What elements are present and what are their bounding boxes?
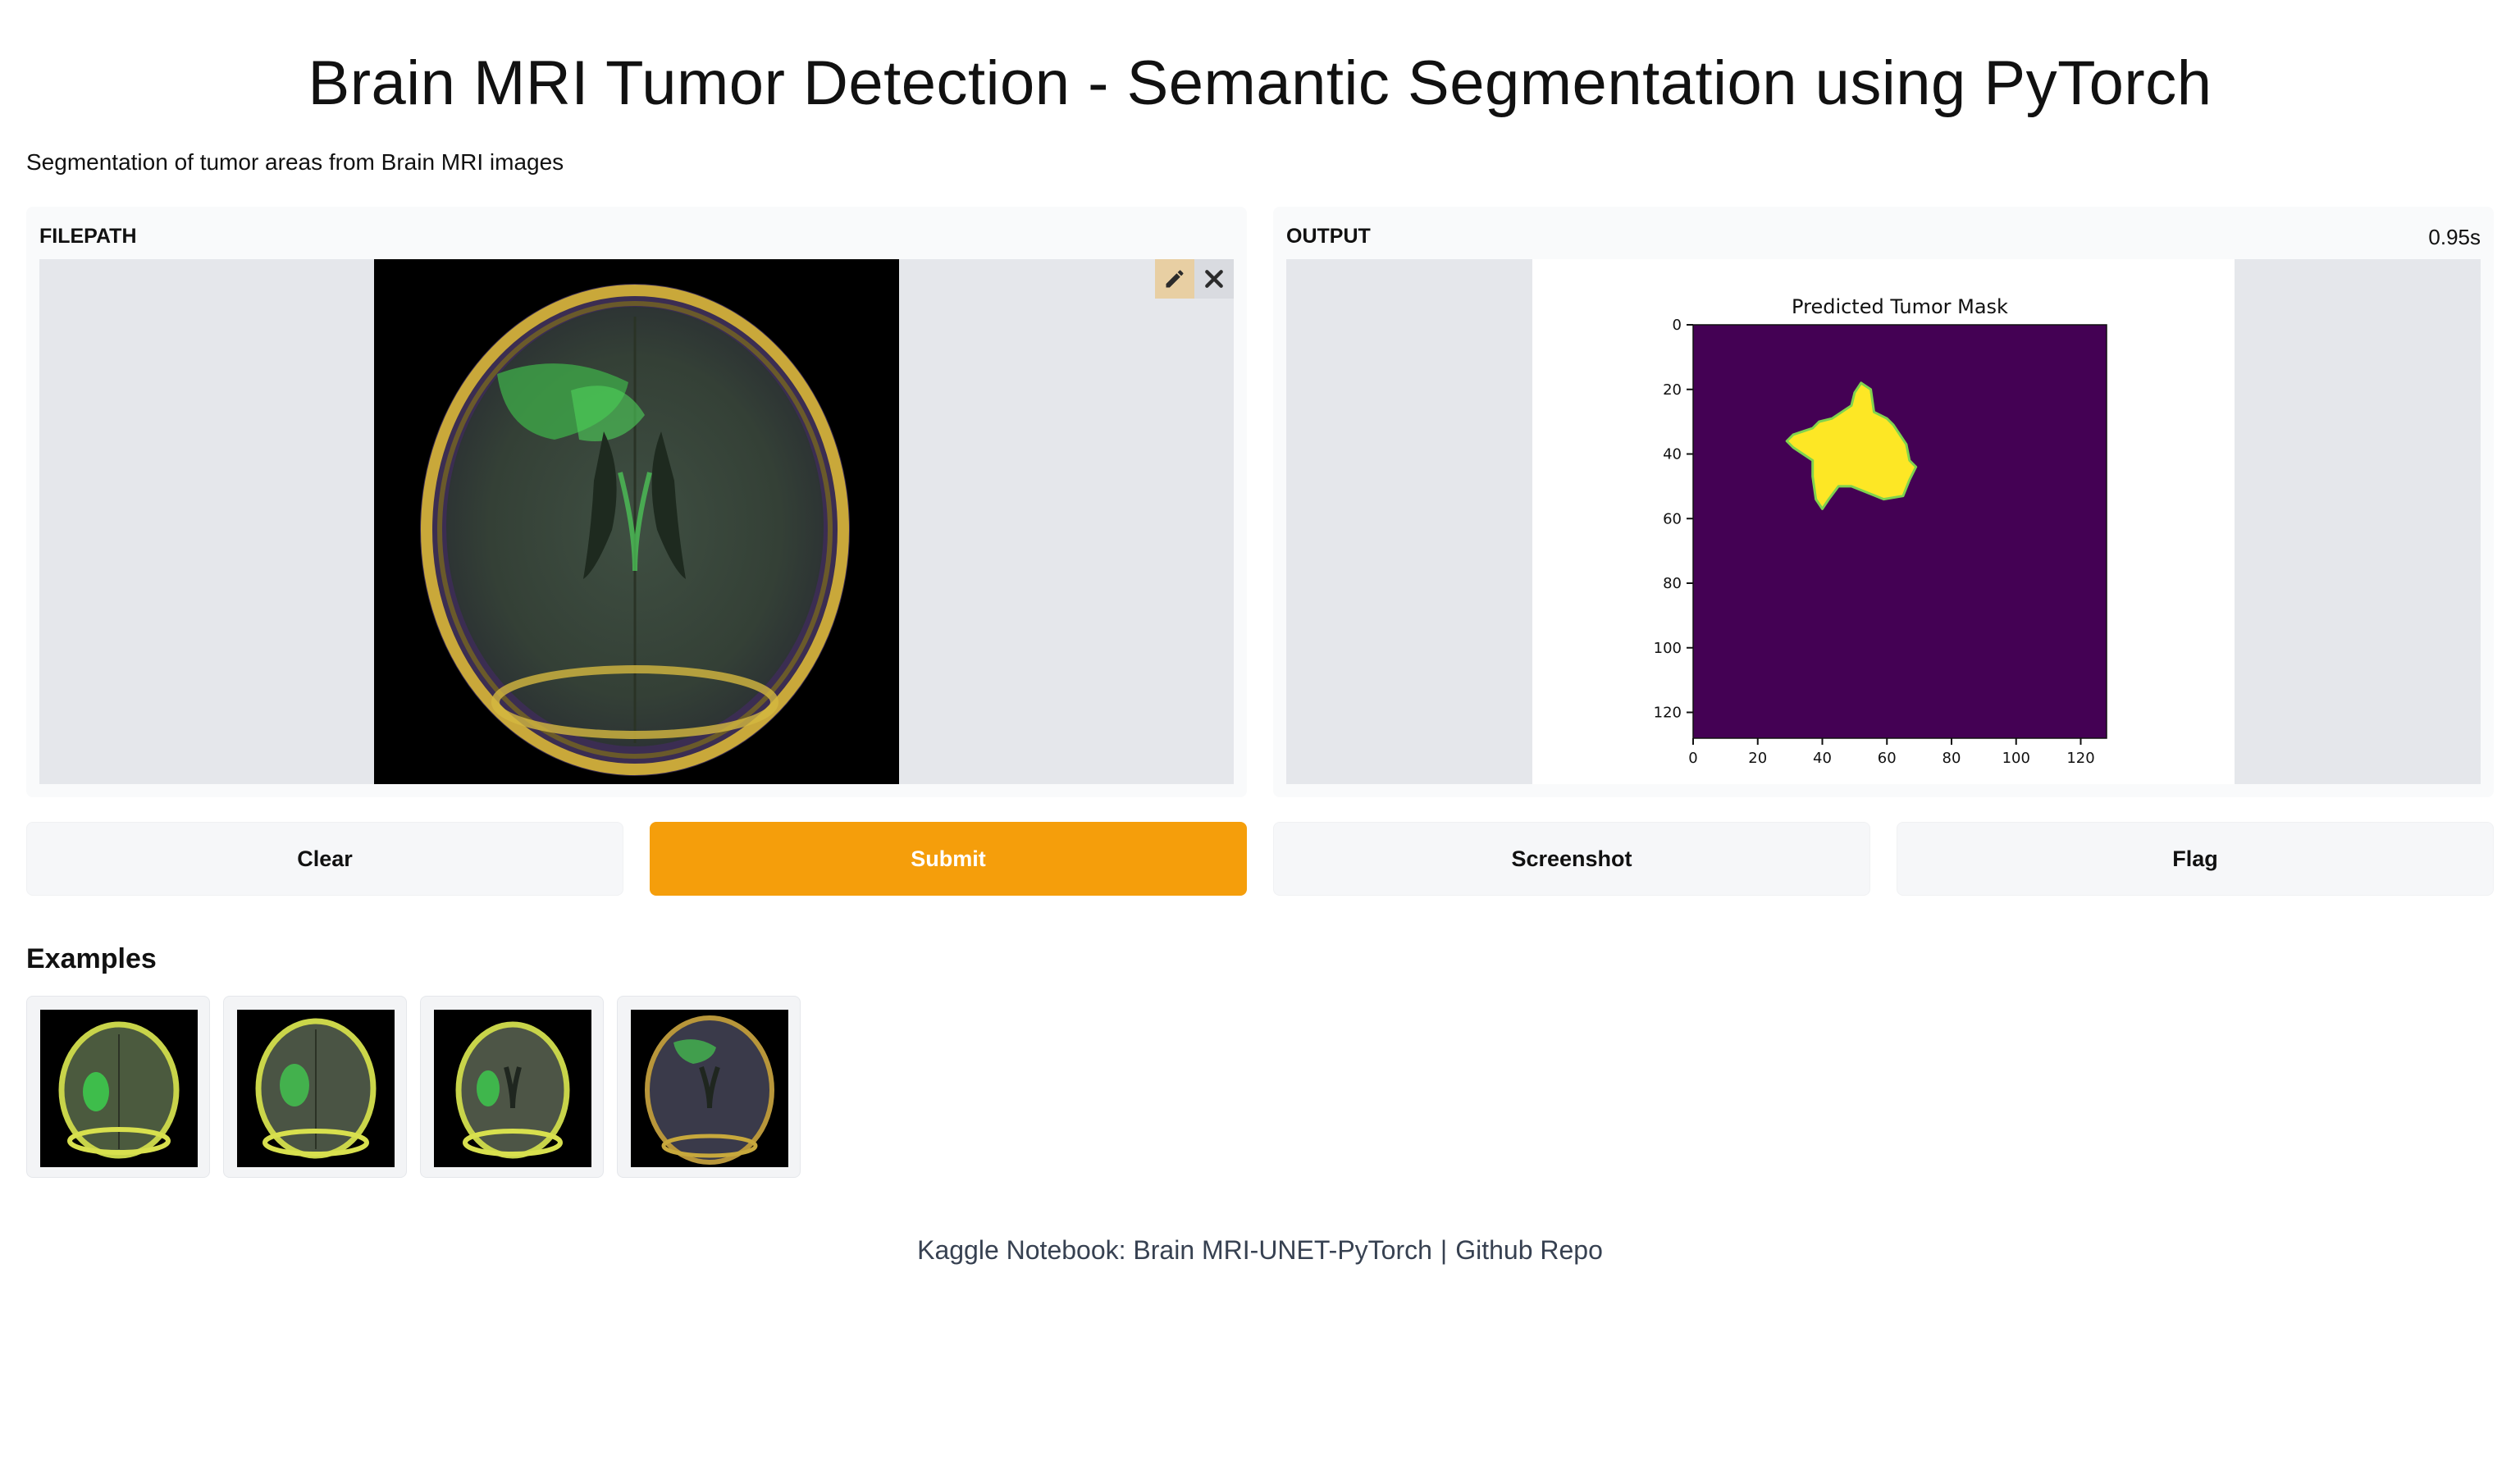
x-tick-label: 80 [1942, 750, 1961, 767]
y-tick-label: 20 [1663, 381, 1682, 399]
y-tick-label: 60 [1663, 510, 1682, 527]
page-subtitle: Segmentation of tumor areas from Brain M… [26, 149, 564, 175]
x-tick-label: 100 [2002, 750, 2030, 767]
filepath-label: FILEPATH [39, 225, 137, 248]
example-item-1[interactable] [26, 996, 210, 1178]
example-thumbnail [40, 1010, 198, 1167]
example-item-3[interactable] [420, 996, 604, 1178]
page-title: Brain MRI Tumor Detection - Semantic Seg… [308, 48, 2212, 118]
clear-button[interactable]: Clear [26, 822, 623, 896]
submit-button[interactable]: Submit [650, 822, 1247, 896]
output-plot: Predicted Tumor Mask 0 20 40 60 80 100 120 0 20 40… [1532, 259, 2235, 784]
y-tick-label: 120 [1654, 705, 1682, 722]
example-item-2[interactable] [223, 996, 407, 1178]
output-image-area: Predicted Tumor Mask 0 20 40 60 80 100 120 0 20 40… [1286, 259, 2481, 784]
input-panel: FILEPATH [26, 207, 1247, 797]
y-tick-label: 40 [1663, 446, 1682, 463]
close-icon [1205, 270, 1223, 288]
input-image-area[interactable] [39, 259, 1234, 784]
examples-heading: Examples [26, 943, 157, 974]
footer-separator: | [1440, 1235, 1448, 1265]
output-label: OUTPUT [1286, 225, 1371, 248]
kaggle-notebook-link[interactable]: Kaggle Notebook: Brain MRI-UNET-PyTorch [917, 1235, 1432, 1265]
y-tick-label: 80 [1663, 575, 1682, 592]
example-item-4[interactable] [617, 996, 801, 1178]
x-tick-label: 20 [1748, 750, 1767, 767]
clear-image-button[interactable] [1194, 259, 1234, 299]
output-panel: OUTPUT 0.95s Predicted Tumor Mask 0 20 40 60… [1273, 207, 2494, 797]
image-tool-group [1155, 259, 1234, 299]
flag-button[interactable]: Flag [1897, 822, 2494, 896]
x-tick-label: 40 [1813, 750, 1832, 767]
example-thumbnail [434, 1010, 591, 1167]
screenshot-button[interactable]: Screenshot [1273, 822, 1870, 896]
x-tick-label: 0 [1688, 750, 1697, 767]
pencil-icon [1166, 270, 1184, 288]
example-thumbnail [631, 1010, 788, 1167]
github-repo-link[interactable]: Github Repo [1455, 1235, 1603, 1265]
y-tick-label: 0 [1673, 317, 1682, 334]
mask-background [1693, 325, 2107, 738]
input-mri-image [374, 259, 899, 784]
y-tick-label: 100 [1654, 640, 1682, 657]
x-tick-label: 120 [2066, 750, 2094, 767]
example-thumbnail [237, 1010, 395, 1167]
footer: Kaggle Notebook: Brain MRI-UNET-PyTorch |… [0, 1235, 2520, 1266]
chart-title: Predicted Tumor Mask [1792, 295, 2008, 318]
inference-time: 0.95s [2428, 225, 2481, 249]
x-tick-label: 60 [1878, 750, 1897, 767]
edit-image-button[interactable] [1155, 259, 1194, 299]
predicted-mask-chart: Predicted Tumor Mask 0 20 40 60 80 100 120 0 20 40… [1654, 295, 2107, 767]
